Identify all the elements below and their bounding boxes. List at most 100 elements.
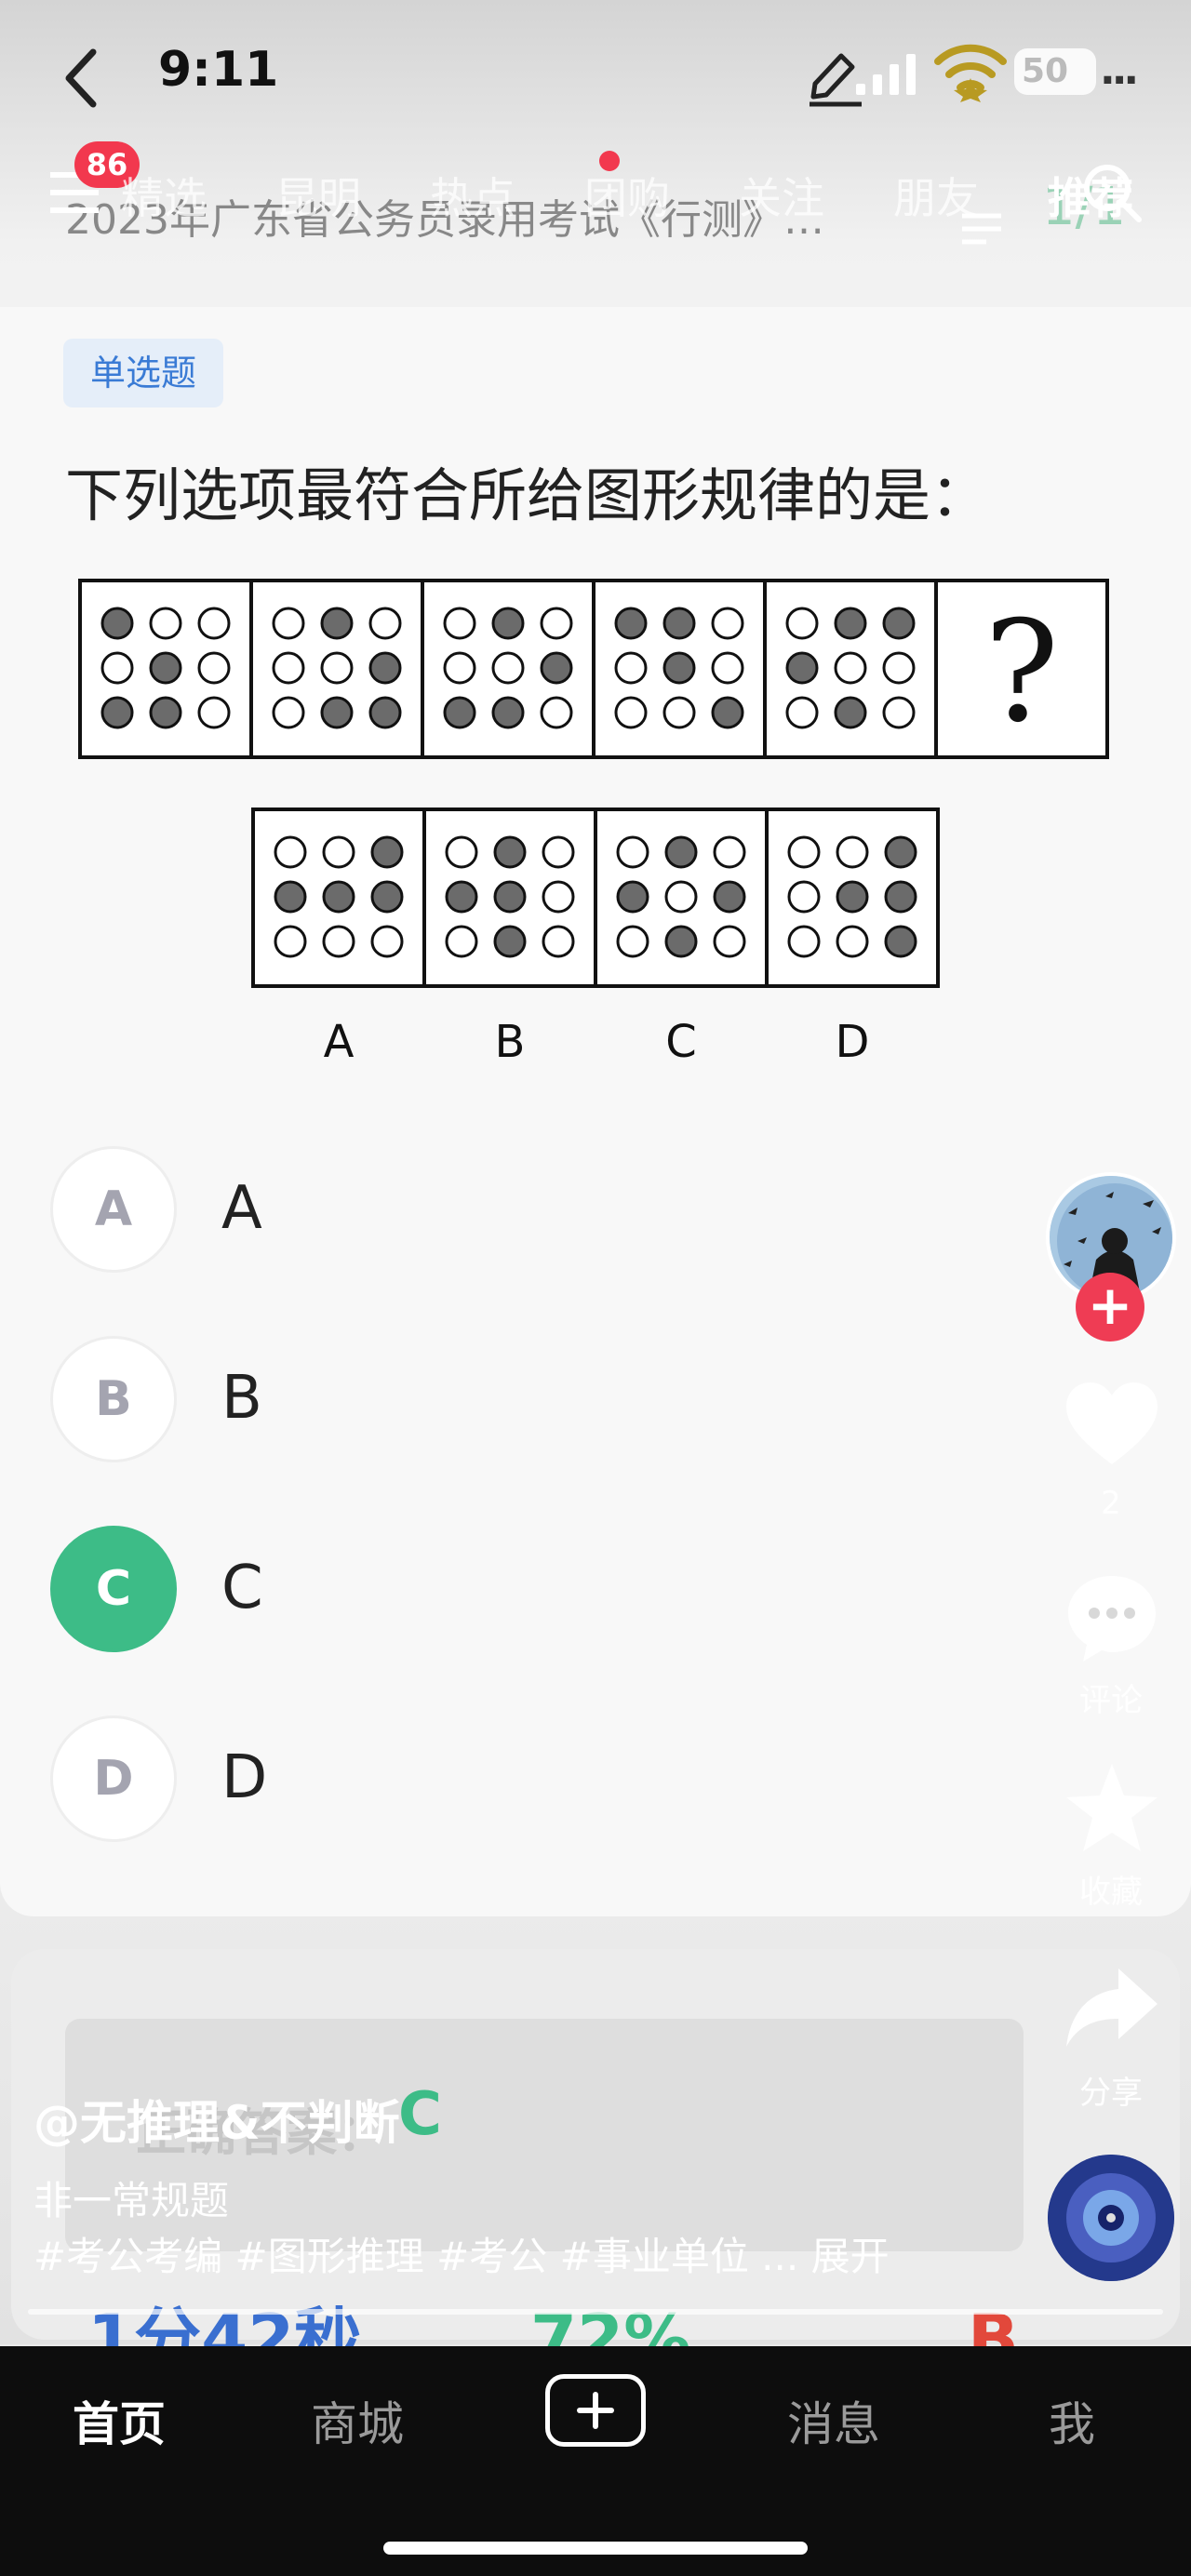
empty-dot — [370, 925, 404, 958]
post-description: 非一常规题 — [33, 2178, 230, 2223]
nav-me[interactable]: 我 — [979, 2387, 1165, 2454]
filled-dot — [493, 880, 527, 914]
empty-dot — [274, 925, 307, 958]
empty-dot — [787, 925, 821, 958]
music-disc[interactable] — [1048, 2155, 1174, 2281]
like-count: 2 — [1101, 1485, 1121, 1522]
empty-dot — [272, 651, 305, 685]
filled-dot — [443, 696, 476, 729]
tab-3[interactable]: 团购 — [584, 165, 670, 226]
filled-dot — [785, 651, 819, 685]
empty-dot — [320, 651, 354, 685]
filled-dot — [884, 925, 917, 958]
filled-dot — [370, 835, 404, 869]
empty-dot — [197, 651, 231, 685]
option-text: B — [221, 1364, 262, 1433]
empty-dot — [882, 696, 916, 729]
option-a[interactable]: AA — [50, 1146, 888, 1276]
empty-dot — [540, 696, 573, 729]
filled-dot — [149, 696, 182, 729]
tab-2[interactable]: 热点 — [430, 165, 515, 226]
option-d[interactable]: DD — [50, 1715, 888, 1846]
filled-dot — [836, 880, 869, 914]
battery-indicator: 50 — [1014, 48, 1096, 95]
sequence-dots-2 — [272, 607, 402, 729]
empty-dot — [616, 835, 649, 869]
create-button[interactable] — [545, 2374, 646, 2447]
bottom-nav: 首页 商城 消息 我 — [0, 2346, 1191, 2576]
empty-dot — [713, 835, 746, 869]
wifi-icon — [934, 44, 1007, 102]
empty-dot — [197, 607, 231, 640]
back-icon[interactable] — [56, 45, 108, 112]
question-figure: ? A B C D — [78, 579, 1109, 1059]
empty-dot — [197, 696, 231, 729]
empty-dot — [713, 925, 746, 958]
more-icon[interactable]: ... — [1100, 47, 1139, 94]
sequence-dots-5 — [785, 607, 916, 729]
empty-dot — [616, 925, 649, 958]
question-text: 下列选项最符合所给图形规律的是： — [65, 461, 989, 529]
filled-dot — [882, 607, 916, 640]
choice-label-b: B — [495, 1016, 526, 1059]
option-text: D — [221, 1743, 268, 1812]
tab-5[interactable]: 朋友 — [893, 165, 979, 226]
choice-dots-c — [616, 835, 746, 958]
empty-dot — [542, 880, 575, 914]
share-icon[interactable] — [1061, 1957, 1163, 2060]
empty-dot — [834, 651, 867, 685]
status-time: 9:11 — [158, 42, 279, 98]
filled-dot — [274, 880, 307, 914]
filled-dot — [370, 880, 404, 914]
heart-icon[interactable] — [1061, 1375, 1163, 1477]
filled-dot — [445, 880, 478, 914]
filled-dot — [100, 696, 134, 729]
comment-icon[interactable] — [1061, 1567, 1163, 1669]
sequence-dots-4 — [614, 607, 744, 729]
author-name[interactable]: @无推理&不判断 — [33, 2086, 400, 2153]
empty-dot — [445, 925, 478, 958]
filled-dot — [834, 607, 867, 640]
follow-button[interactable]: + — [1076, 1273, 1144, 1341]
video-progress-bar[interactable] — [28, 2309, 1163, 2315]
post-tags[interactable]: #考公考编 #图形推理 #考公 #事业单位 ... 展开 — [33, 2225, 890, 2282]
question-card — [0, 307, 1191, 1916]
option-c[interactable]: CC — [50, 1526, 888, 1656]
tab-1[interactable]: 昆明 — [275, 165, 361, 226]
filled-dot — [662, 651, 696, 685]
nav-messages[interactable]: 消息 — [741, 2387, 927, 2454]
nav-home[interactable]: 首页 — [26, 2387, 212, 2454]
question-type-tag: 单选题 — [63, 339, 223, 407]
sequence-dots-1 — [100, 607, 231, 729]
option-letter-badge: D — [50, 1715, 177, 1842]
empty-dot — [785, 696, 819, 729]
filled-dot — [834, 696, 867, 729]
question-mark: ? — [984, 592, 1059, 754]
nav-mall[interactable]: 商城 — [264, 2387, 450, 2454]
star-icon[interactable] — [1061, 1758, 1163, 1861]
filled-dot — [493, 925, 527, 958]
option-b[interactable]: BB — [50, 1336, 888, 1466]
filled-dot — [884, 835, 917, 869]
tab-0[interactable]: 精选 — [121, 165, 207, 226]
empty-dot — [662, 696, 696, 729]
empty-dot — [100, 651, 134, 685]
empty-dot — [149, 607, 182, 640]
top-nav-tabs: 精选 昆明 热点 团购 关注 朋友 推荐 — [121, 158, 1191, 233]
filled-dot — [713, 880, 746, 914]
filled-dot — [540, 651, 573, 685]
filled-dot — [322, 880, 355, 914]
filled-dot — [100, 607, 134, 640]
filled-dot — [664, 835, 698, 869]
empty-dot — [445, 835, 478, 869]
empty-dot — [787, 880, 821, 914]
home-indicator — [383, 2542, 808, 2555]
filled-dot — [368, 651, 402, 685]
option-letter-badge: A — [50, 1146, 177, 1273]
choice-dots-b — [445, 835, 575, 958]
empty-dot — [491, 651, 525, 685]
search-icon[interactable] — [1079, 160, 1144, 225]
empty-dot — [272, 607, 305, 640]
tab-4[interactable]: 关注 — [739, 165, 824, 226]
option-letter-badge: C — [50, 1526, 177, 1652]
